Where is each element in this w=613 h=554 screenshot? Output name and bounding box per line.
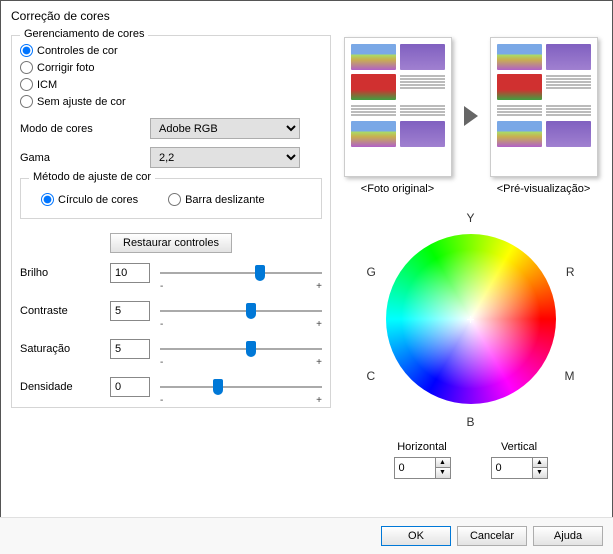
plus-icon: + xyxy=(316,281,322,292)
color-mode-label: Modo de cores xyxy=(20,123,150,135)
vertical-spinner[interactable]: ▲▼ xyxy=(491,457,548,479)
wheel-label-g: G xyxy=(367,265,376,279)
horizontal-label: Horizontal xyxy=(394,441,451,453)
help-button[interactable]: Ajuda xyxy=(533,526,603,546)
saturation-input[interactable] xyxy=(110,339,150,359)
color-management-group: Gerenciamento de cores Controles de cor … xyxy=(11,35,331,408)
contrast-input[interactable] xyxy=(110,301,150,321)
horizontal-spinner[interactable]: ▲▼ xyxy=(394,457,451,479)
adjust-method-group: Método de ajuste de cor Círculo de cores… xyxy=(20,178,322,219)
radio-color-controls[interactable]: Controles de cor xyxy=(20,42,322,59)
cancel-button[interactable]: Cancelar xyxy=(457,526,527,546)
saturation-label: Saturação xyxy=(20,343,110,355)
ok-button[interactable]: OK xyxy=(381,526,451,546)
minus-icon: - xyxy=(160,281,163,292)
radio-input[interactable] xyxy=(20,95,33,108)
result-preview xyxy=(490,37,598,177)
radio-label: Círculo de cores xyxy=(58,194,138,206)
original-label: <Foto original> xyxy=(344,183,452,195)
radio-icm[interactable]: ICM xyxy=(20,76,322,93)
group-title: Gerenciamento de cores xyxy=(20,28,148,40)
wheel-label-m: M xyxy=(565,369,575,383)
radio-label: Corrigir foto xyxy=(37,62,94,74)
radio-color-circle[interactable]: Círculo de cores xyxy=(41,191,138,208)
spin-up-icon[interactable]: ▲ xyxy=(436,458,450,468)
brightness-label: Brilho xyxy=(20,267,110,279)
radio-fix-photo[interactable]: Corrigir foto xyxy=(20,59,322,76)
wheel-label-y: Y xyxy=(466,211,474,225)
wheel-center-icon: + xyxy=(466,311,474,327)
spin-up-icon[interactable]: ▲ xyxy=(533,458,547,468)
density-input[interactable] xyxy=(110,377,150,397)
preview-label: <Pré-visualização> xyxy=(490,183,598,195)
radio-slider-bar[interactable]: Barra deslizante xyxy=(168,191,265,208)
radio-label: Controles de cor xyxy=(37,45,118,57)
radio-label: Sem ajuste de cor xyxy=(37,96,126,108)
group-title: Método de ajuste de cor xyxy=(29,171,155,183)
saturation-slider[interactable]: - + xyxy=(160,339,322,359)
original-preview xyxy=(344,37,452,177)
spin-down-icon[interactable]: ▼ xyxy=(533,468,547,478)
gamma-label: Gama xyxy=(20,152,150,164)
window-title: Correção de cores xyxy=(1,1,612,29)
minus-icon: - xyxy=(160,395,163,406)
restore-button[interactable]: Restaurar controles xyxy=(110,233,232,253)
density-slider[interactable]: - + xyxy=(160,377,322,397)
horizontal-input[interactable] xyxy=(395,458,435,478)
wheel-label-b: B xyxy=(466,415,474,429)
plus-icon: + xyxy=(316,357,322,368)
wheel-label-r: R xyxy=(566,265,575,279)
minus-icon: - xyxy=(160,357,163,368)
plus-icon: + xyxy=(316,319,322,330)
vertical-label: Vertical xyxy=(491,441,548,453)
radio-label: Barra deslizante xyxy=(185,194,265,206)
gamma-select[interactable]: 2,2 xyxy=(150,147,300,168)
plus-icon: + xyxy=(316,395,322,406)
color-wheel[interactable]: + Y G R C M B xyxy=(361,209,581,429)
radio-input[interactable] xyxy=(168,193,181,206)
radio-label: ICM xyxy=(37,79,57,91)
radio-input[interactable] xyxy=(20,61,33,74)
minus-icon: - xyxy=(160,319,163,330)
spin-down-icon[interactable]: ▼ xyxy=(436,468,450,478)
radio-input[interactable] xyxy=(20,44,33,57)
contrast-slider[interactable]: - + xyxy=(160,301,322,321)
contrast-label: Contraste xyxy=(20,305,110,317)
radio-input[interactable] xyxy=(20,78,33,91)
radio-no-adjust[interactable]: Sem ajuste de cor xyxy=(20,93,322,110)
brightness-slider[interactable]: - + xyxy=(160,263,322,283)
brightness-input[interactable] xyxy=(110,263,150,283)
density-label: Densidade xyxy=(20,381,110,393)
wheel-label-c: C xyxy=(367,369,376,383)
vertical-input[interactable] xyxy=(492,458,532,478)
color-mode-select[interactable]: Adobe RGB xyxy=(150,118,300,139)
radio-input[interactable] xyxy=(41,193,54,206)
arrow-right-icon xyxy=(464,106,478,126)
